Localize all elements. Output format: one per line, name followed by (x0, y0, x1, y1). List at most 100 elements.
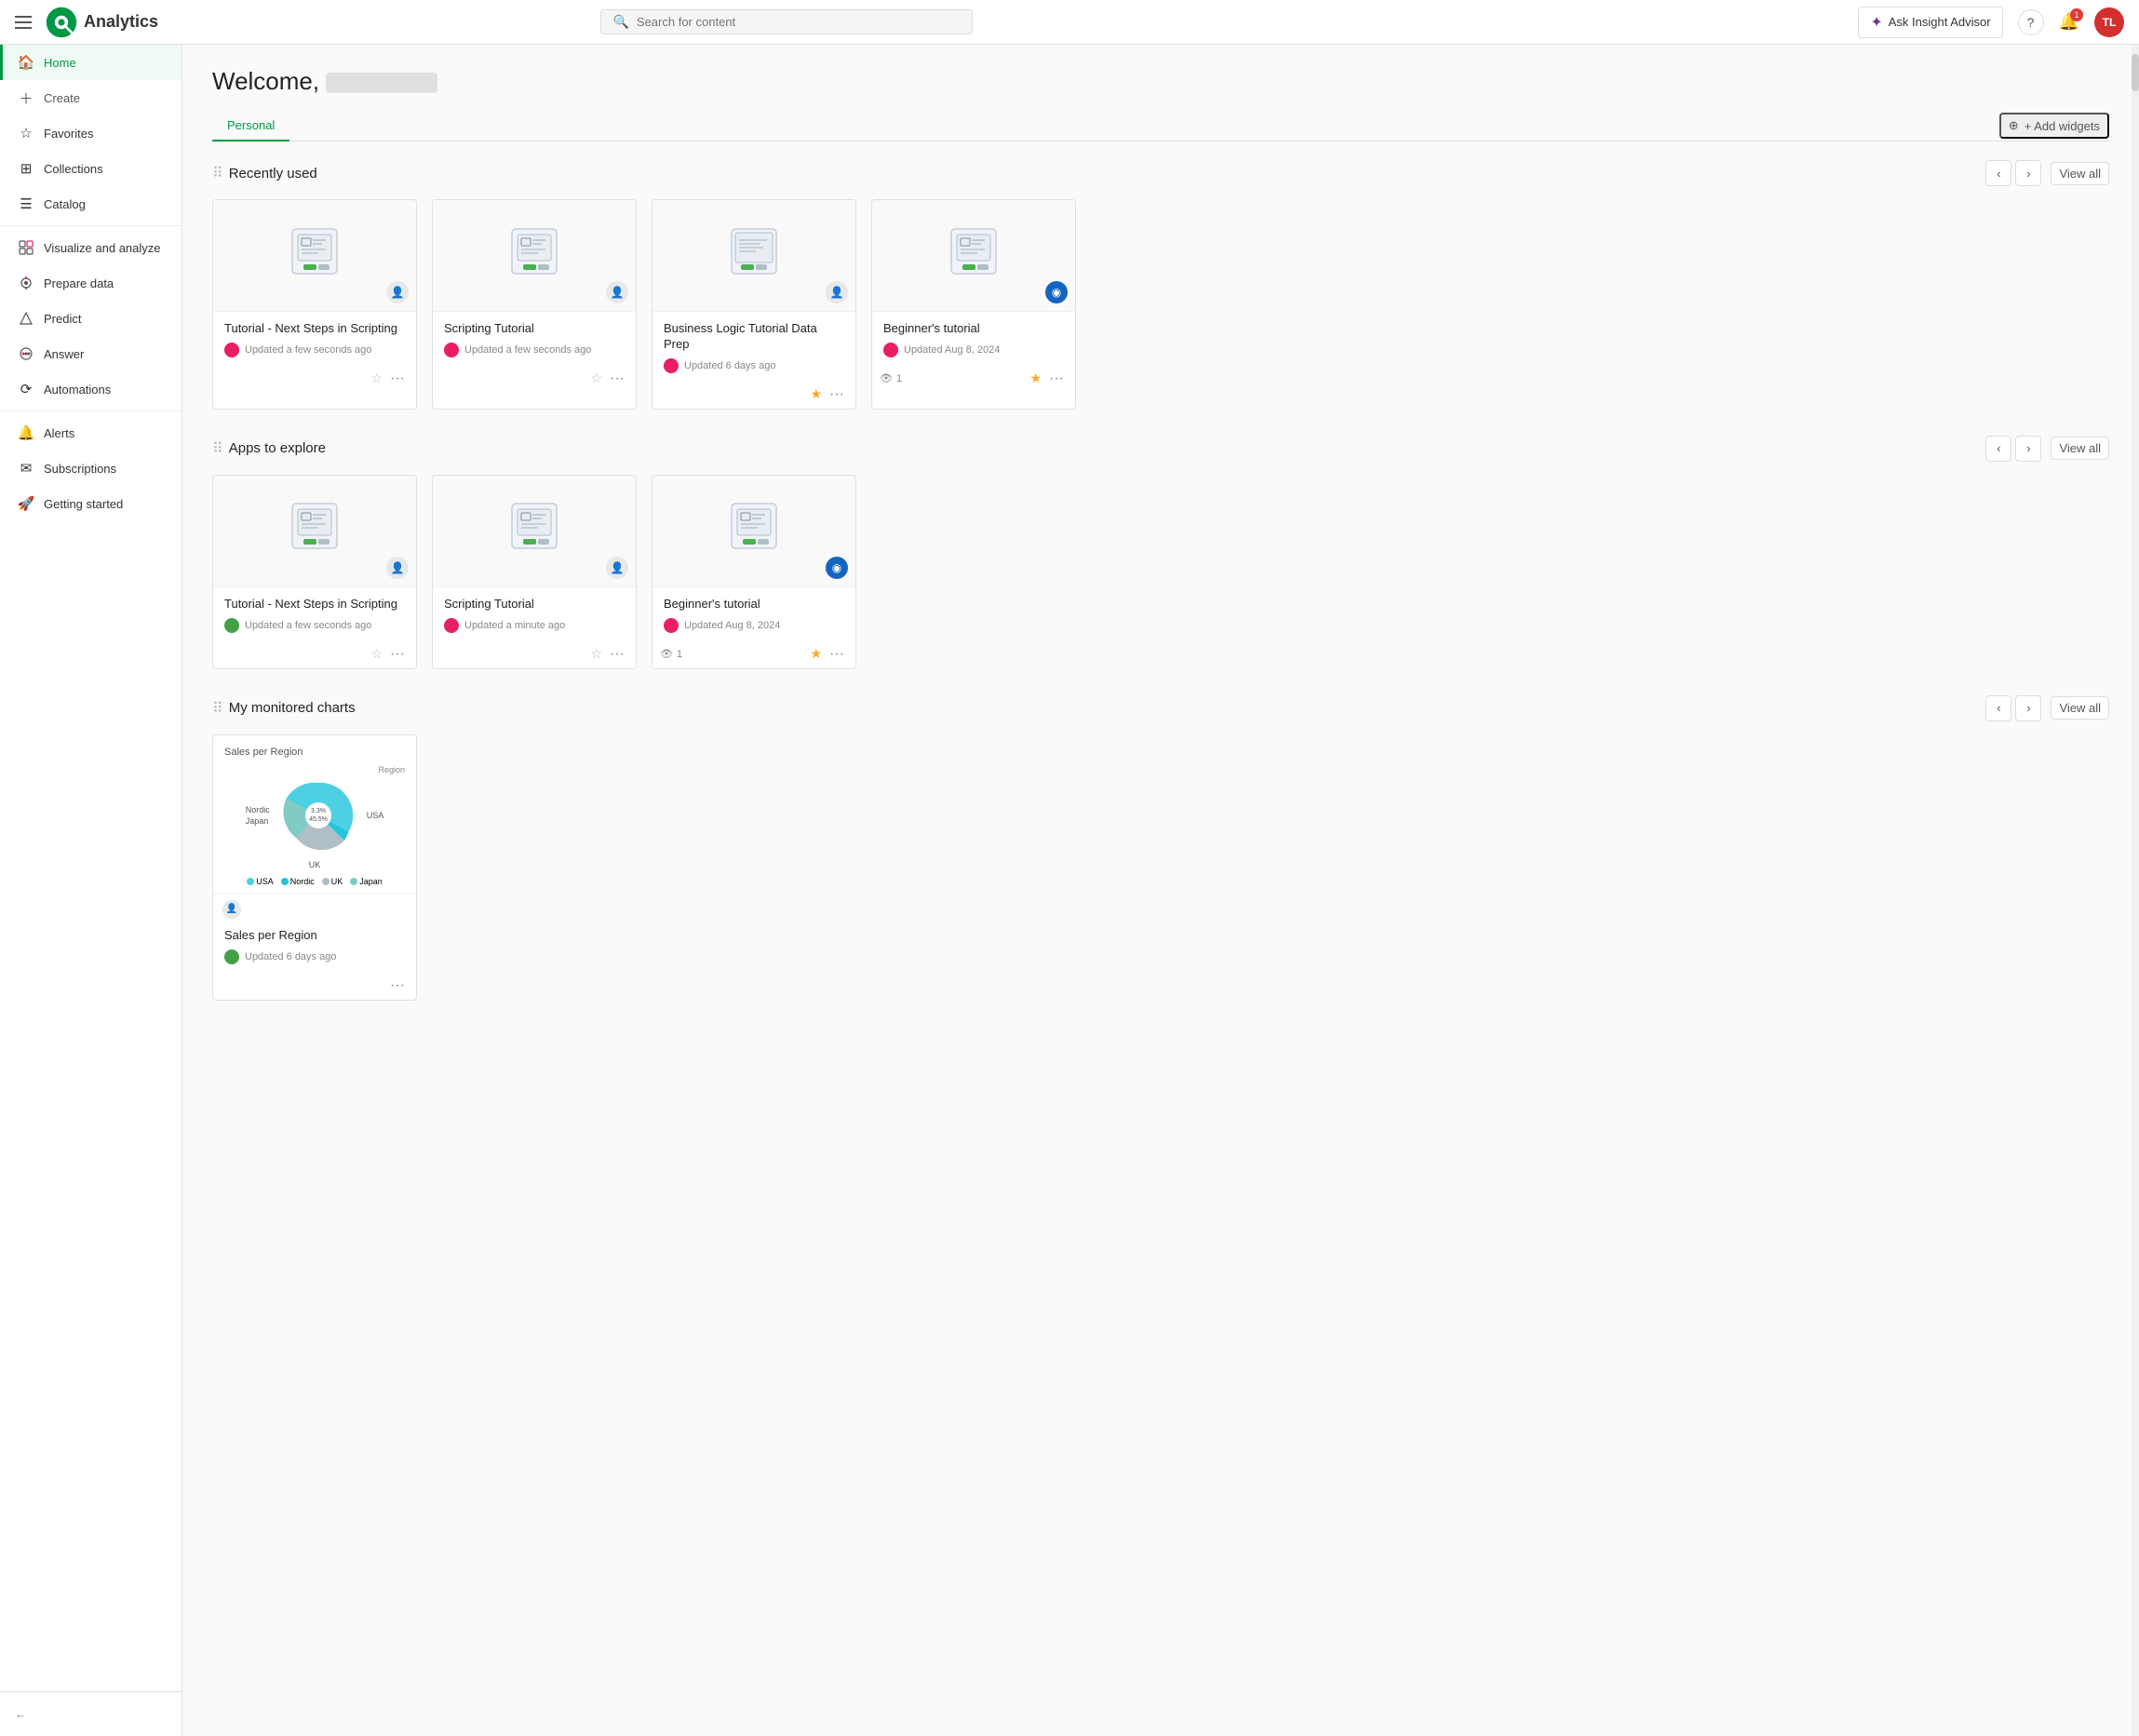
recently-used-prev-button[interactable]: ‹ (1985, 160, 2011, 186)
recently-used-next-button[interactable]: › (2015, 160, 2041, 186)
card-footer-4: 👁 1 ★ ··· (872, 365, 1075, 393)
card-beginners-tutorial[interactable]: ◉ Beginner's tutorial Updated Aug 8, 202… (871, 199, 1076, 410)
hamburger-menu[interactable] (15, 11, 37, 34)
card-tutorial-scripting-1[interactable]: 👤 Tutorial - Next Steps in Scripting Upd… (212, 199, 417, 410)
sidebar-label-answer: Answer (44, 347, 84, 361)
card-footer-1: ☆ ··· (213, 365, 416, 393)
more-button-3[interactable]: ··· (826, 384, 848, 405)
charts-prev-button[interactable]: ‹ (1985, 695, 2011, 721)
recently-used-nav: ‹ › View all (1985, 160, 2109, 186)
more-button-1[interactable]: ··· (386, 369, 409, 389)
catalog-icon: ☰ (18, 195, 34, 212)
pie-bottom-label: UK (224, 860, 405, 869)
alerts-icon: 🔔 (18, 424, 34, 441)
tab-personal[interactable]: Personal (212, 111, 289, 141)
star-button-3[interactable]: ★ (810, 386, 822, 402)
pie-legend: USA Nordic UK (224, 877, 405, 886)
home-icon: 🏠 (18, 54, 34, 71)
charts-view-all-button[interactable]: View all (2051, 696, 2109, 720)
sidebar-item-catalog[interactable]: ☰ Catalog (0, 186, 182, 222)
sidebar-item-visualize[interactable]: Visualize and analyze (0, 230, 182, 265)
app-star-button-1[interactable]: ☆ (370, 646, 383, 662)
favorites-icon: ☆ (18, 125, 34, 141)
sidebar-item-favorites[interactable]: ☆ Favorites (0, 115, 182, 151)
apps-prev-button[interactable]: ‹ (1985, 436, 2011, 462)
prepare-icon (18, 275, 34, 291)
charts-next-button[interactable]: › (2015, 695, 2041, 721)
app-app-icon-3 (728, 500, 780, 561)
app-card-2[interactable]: 👤 Scripting Tutorial Updated a minute ag… (432, 475, 637, 669)
sidebar-item-predict[interactable]: Predict (0, 301, 182, 336)
scrollbar[interactable] (2132, 45, 2139, 1736)
insight-advisor-label: Ask Insight Advisor (1889, 15, 1991, 29)
sidebar-item-getting-started[interactable]: 🚀 Getting started (0, 486, 182, 521)
pie-chart-container: Nordic Japan (224, 778, 405, 860)
card-updated-2: Updated a few seconds ago (464, 344, 591, 356)
app-icon-1 (289, 225, 341, 287)
app-icon-3 (728, 225, 780, 287)
sidebar-label-favorites: Favorites (44, 127, 93, 141)
card-title-2: Scripting Tutorial (444, 321, 625, 337)
app-card-3[interactable]: ◉ Beginner's tutorial Updated Aug 8, 202… (652, 475, 856, 669)
card-business-logic[interactable]: 👤 Business Logic Tutorial Data Prep Upda… (652, 199, 856, 410)
drag-handle-recently-used[interactable]: ⠿ (212, 164, 223, 182)
card-info-4: Beginner's tutorial Updated Aug 8, 2024 (872, 312, 1075, 365)
sidebar-item-home[interactable]: 🏠 Home (0, 45, 182, 80)
notification-button[interactable]: 🔔 1 (2059, 12, 2079, 32)
star-button-1[interactable]: ☆ (370, 370, 383, 386)
app-card-thumb-3: ◉ (652, 476, 855, 587)
card-updated-3: Updated 6 days ago (684, 360, 775, 371)
star-button-4[interactable]: ★ (1029, 370, 1042, 386)
app-icon-4 (948, 225, 1000, 287)
main-content: Welcome, Personal ⊕ + Add widgets ⠿ Rece… (182, 45, 2139, 1736)
card-title-3: Business Logic Tutorial Data Prep (664, 321, 844, 353)
sidebar-item-alerts[interactable]: 🔔 Alerts (0, 415, 182, 451)
insight-advisor-button[interactable]: ✦ Ask Insight Advisor (1858, 7, 2002, 38)
app-more-button-1[interactable]: ··· (386, 644, 409, 665)
add-widgets-icon: ⊕ (2009, 118, 2019, 133)
chart-card-sales-region[interactable]: Sales per Region Region Nordic Japan (212, 734, 417, 1001)
app-card-1[interactable]: 👤 Tutorial - Next Steps in Scripting Upd… (212, 475, 417, 669)
app-more-button-3[interactable]: ··· (826, 644, 848, 665)
chart-card-footer: 👤 (213, 894, 416, 924)
recently-used-view-all-button[interactable]: View all (2051, 162, 2109, 185)
sidebar-item-collections[interactable]: ⊞ Collections (0, 151, 182, 186)
drag-handle-charts[interactable]: ⠿ (212, 699, 223, 718)
apps-view-all-button[interactable]: View all (2051, 437, 2109, 460)
app-card-footer-2: ☆ ··· (433, 640, 636, 668)
app-star-button-3[interactable]: ★ (810, 646, 822, 662)
qlik-logo[interactable]: Analytics (45, 6, 158, 39)
tab-bar-right: ⊕ + Add widgets (1999, 111, 2109, 141)
add-widgets-button[interactable]: ⊕ + Add widgets (1999, 113, 2109, 139)
sidebar-label-getting-started: Getting started (44, 497, 123, 511)
sidebar-label-create: Create (44, 91, 80, 105)
star-button-2[interactable]: ☆ (590, 370, 602, 386)
sidebar-collapse-button[interactable]: ← (0, 1700, 182, 1729)
help-button[interactable]: ? (2018, 9, 2044, 35)
card-badge-2: 👤 (606, 281, 628, 303)
app-more-button-2[interactable]: ··· (606, 644, 628, 665)
top-navigation: Analytics 🔍 ✦ Ask Insight Advisor ? 🔔 1 … (0, 0, 2139, 45)
app-star-button-2[interactable]: ☆ (590, 646, 602, 662)
chart-more-button[interactable]: ··· (386, 976, 409, 996)
search-input[interactable] (637, 15, 962, 29)
card-scripting-tutorial[interactable]: 👤 Scripting Tutorial Updated a few secon… (432, 199, 637, 410)
more-button-4[interactable]: ··· (1045, 369, 1068, 389)
drag-handle-apps[interactable]: ⠿ (212, 439, 223, 458)
sidebar-item-subscriptions[interactable]: ✉ Subscriptions (0, 451, 182, 486)
recently-used-title: Recently used (229, 166, 1986, 182)
apps-next-button[interactable]: › (2015, 436, 2041, 462)
apps-to-explore-header: ⠿ Apps to explore ‹ › View all (212, 436, 2109, 462)
sidebar-item-automations[interactable]: ⟳ Automations (0, 371, 182, 407)
chart-card-info: Sales per Region Updated 6 days ago (213, 924, 416, 972)
avatar[interactable]: TL (2094, 7, 2124, 37)
subscriptions-icon: ✉ (18, 460, 34, 477)
main-layout: 🏠 Home ＋ Create ☆ Favorites ⊞ Collection… (0, 45, 2139, 1736)
sidebar-item-answer[interactable]: Answer (0, 336, 182, 371)
search-bar[interactable]: 🔍 (600, 9, 973, 34)
sidebar-item-prepare[interactable]: Prepare data (0, 265, 182, 301)
sidebar-item-create[interactable]: ＋ Create (0, 80, 182, 115)
more-button-2[interactable]: ··· (606, 369, 628, 389)
answer-icon (18, 345, 34, 362)
card-thumbnail-3: 👤 (652, 200, 855, 312)
